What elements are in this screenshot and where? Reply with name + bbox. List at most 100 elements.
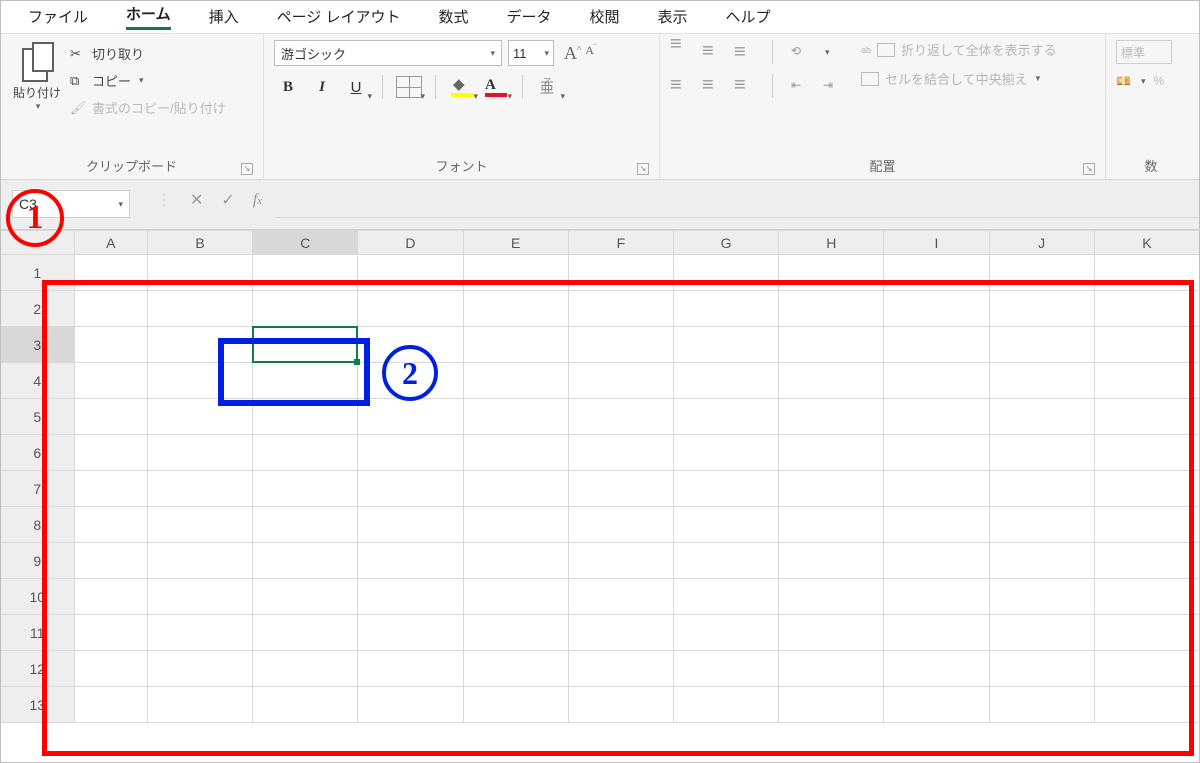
- cell[interactable]: [1094, 363, 1199, 399]
- cell[interactable]: [74, 363, 147, 399]
- cell[interactable]: [358, 327, 463, 363]
- font-color-button[interactable]: A ▾: [482, 74, 510, 100]
- tab-formulas[interactable]: 数式: [428, 0, 478, 33]
- tab-view[interactable]: 表示: [648, 0, 698, 33]
- cell[interactable]: [673, 255, 778, 291]
- merge-center-button[interactable]: セルを結合して中央揃え ▾: [861, 69, 1057, 88]
- cell[interactable]: [568, 435, 673, 471]
- font-name-select[interactable]: 游ゴシック ▾: [274, 40, 502, 66]
- row-header[interactable]: 10: [1, 579, 75, 615]
- cell[interactable]: [1094, 471, 1199, 507]
- cell[interactable]: [358, 399, 463, 435]
- enter-formula-button[interactable]: ✓: [221, 190, 234, 210]
- cell[interactable]: [253, 687, 358, 723]
- cell[interactable]: [673, 363, 778, 399]
- cell[interactable]: [884, 291, 989, 327]
- col-header[interactable]: J: [989, 231, 1094, 255]
- cell[interactable]: [779, 471, 884, 507]
- align-left-button[interactable]: [670, 78, 690, 94]
- cell[interactable]: [989, 327, 1094, 363]
- cell[interactable]: [673, 651, 778, 687]
- cell[interactable]: [779, 615, 884, 651]
- cell[interactable]: [147, 471, 252, 507]
- cell[interactable]: [884, 687, 989, 723]
- col-header[interactable]: A: [74, 231, 147, 255]
- percent-button[interactable]: %: [1153, 74, 1164, 88]
- tab-help[interactable]: ヘルプ: [716, 0, 781, 33]
- cell[interactable]: [884, 615, 989, 651]
- cell[interactable]: [884, 579, 989, 615]
- cell[interactable]: [147, 363, 252, 399]
- cell[interactable]: [463, 327, 568, 363]
- cell[interactable]: [74, 471, 147, 507]
- cell[interactable]: [1094, 615, 1199, 651]
- number-format-select[interactable]: 標準: [1116, 40, 1172, 64]
- formula-bar-input[interactable]: [276, 190, 1200, 218]
- cell[interactable]: [884, 651, 989, 687]
- cell[interactable]: [989, 291, 1094, 327]
- cell[interactable]: [74, 291, 147, 327]
- cell[interactable]: [358, 651, 463, 687]
- cell[interactable]: [147, 543, 252, 579]
- dialog-launcher-icon[interactable]: ↘: [637, 163, 649, 175]
- cell[interactable]: [253, 615, 358, 651]
- row-header[interactable]: 3: [1, 327, 75, 363]
- cell[interactable]: [989, 255, 1094, 291]
- cell[interactable]: [147, 507, 252, 543]
- cell[interactable]: [989, 651, 1094, 687]
- cell[interactable]: [463, 615, 568, 651]
- row-header[interactable]: 8: [1, 507, 75, 543]
- cell[interactable]: [1094, 579, 1199, 615]
- cell[interactable]: [989, 399, 1094, 435]
- decrease-font-button[interactable]: Aˇ: [585, 43, 596, 64]
- cell[interactable]: [147, 435, 252, 471]
- cell[interactable]: [673, 507, 778, 543]
- cell[interactable]: [568, 327, 673, 363]
- increase-font-button[interactable]: A^: [564, 43, 581, 64]
- cell[interactable]: [673, 327, 778, 363]
- cell[interactable]: [463, 687, 568, 723]
- row-header[interactable]: 2: [1, 291, 75, 327]
- cell[interactable]: [568, 543, 673, 579]
- dialog-launcher-icon[interactable]: ↘: [241, 163, 253, 175]
- row-header[interactable]: 6: [1, 435, 75, 471]
- borders-button[interactable]: ▾: [395, 74, 423, 100]
- cell[interactable]: [1094, 327, 1199, 363]
- cell[interactable]: [463, 579, 568, 615]
- col-header[interactable]: I: [884, 231, 989, 255]
- cell[interactable]: [989, 615, 1094, 651]
- cell[interactable]: [74, 615, 147, 651]
- cell[interactable]: [568, 471, 673, 507]
- cell[interactable]: [1094, 291, 1199, 327]
- cell[interactable]: [74, 255, 147, 291]
- cell[interactable]: [1094, 651, 1199, 687]
- cell[interactable]: [74, 507, 147, 543]
- cell[interactable]: [253, 507, 358, 543]
- cell[interactable]: [779, 651, 884, 687]
- dialog-launcher-icon[interactable]: ↘: [1083, 163, 1095, 175]
- cell[interactable]: [1094, 399, 1199, 435]
- cell[interactable]: [74, 687, 147, 723]
- cell[interactable]: [147, 327, 252, 363]
- cell[interactable]: [884, 543, 989, 579]
- cell[interactable]: [989, 543, 1094, 579]
- col-header[interactable]: C: [253, 231, 358, 255]
- cell[interactable]: [147, 399, 252, 435]
- format-painter-button[interactable]: 書式のコピー/貼り付け: [70, 98, 226, 117]
- cell[interactable]: [779, 579, 884, 615]
- currency-button[interactable]: 💴: [1116, 74, 1131, 88]
- col-header[interactable]: K: [1094, 231, 1199, 255]
- tab-insert[interactable]: 挿入: [199, 0, 249, 33]
- cell[interactable]: [884, 363, 989, 399]
- cell[interactable]: [253, 291, 358, 327]
- cell[interactable]: [74, 579, 147, 615]
- cell[interactable]: [463, 471, 568, 507]
- row-header[interactable]: 5: [1, 399, 75, 435]
- cell[interactable]: [673, 579, 778, 615]
- cell[interactable]: [568, 291, 673, 327]
- cell[interactable]: [673, 291, 778, 327]
- cell[interactable]: [884, 507, 989, 543]
- cell[interactable]: [884, 327, 989, 363]
- cell[interactable]: [1094, 687, 1199, 723]
- cell[interactable]: [358, 543, 463, 579]
